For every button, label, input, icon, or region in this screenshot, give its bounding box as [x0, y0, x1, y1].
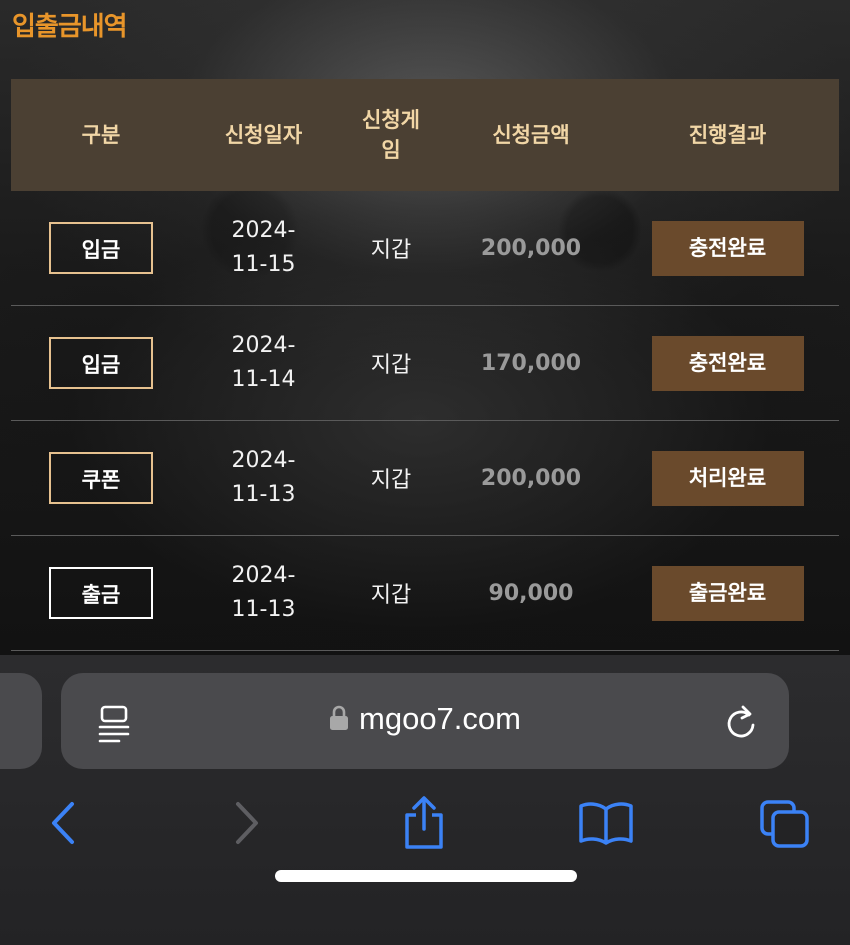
amount-cell: 90,000 [488, 580, 574, 606]
request-date: 2024- 11-13 [191, 444, 336, 512]
amount-cell: 200,000 [480, 465, 582, 491]
amount-cell: 200,000 [480, 235, 582, 261]
header-game-line2: 임 [381, 138, 401, 162]
date-line1: 2024- [231, 218, 296, 243]
date-line1: 2024- [231, 333, 296, 358]
amount-cell: 170,000 [480, 350, 582, 376]
header-type: 구분 [81, 122, 121, 147]
url-text: mgoo7.com [359, 701, 521, 736]
type-badge: 쿠폰 [49, 452, 153, 504]
table-row: 쿠폰 2024- 11-13 지갑 200,000 처리완료 [11, 421, 839, 536]
date-line1: 2024- [231, 563, 296, 588]
request-date: 2024- 11-14 [191, 329, 336, 397]
table-row: 입금 2024- 11-15 지갑 200,000 충전완료 [11, 191, 839, 306]
status-button[interactable]: 처리완료 [651, 450, 804, 506]
table-row: 입금 2024- 11-14 지갑 170,000 충전완료 [11, 306, 839, 421]
table-header: 구분 신청일자 신청게 임 신청금액 진행결과 [11, 79, 839, 191]
game-cell: 지갑 [370, 583, 412, 608]
date-line2: 11-13 [231, 482, 296, 507]
game-cell: 지갑 [370, 238, 412, 263]
header-game-line1: 신청게 [362, 107, 420, 132]
previous-tab-preview[interactable] [0, 673, 42, 769]
back-icon[interactable] [48, 798, 78, 852]
tabs-icon[interactable] [759, 799, 811, 853]
game-cell: 지갑 [370, 468, 412, 493]
header-status: 진행결과 [688, 122, 767, 147]
page-title: 입출금내역 [12, 12, 128, 42]
reload-icon[interactable] [723, 703, 759, 745]
home-indicator[interactable] [275, 870, 577, 882]
status-button[interactable]: 충전완료 [651, 335, 804, 391]
forward-icon[interactable] [232, 798, 262, 852]
date-line1: 2024- [231, 448, 296, 473]
header-game: 신청게 임 [336, 105, 446, 166]
date-line2: 11-13 [231, 597, 296, 622]
type-badge: 입금 [49, 222, 153, 274]
request-date: 2024- 11-13 [191, 559, 336, 627]
type-badge: 입금 [49, 337, 153, 389]
status-button[interactable]: 충전완료 [651, 220, 804, 276]
lock-icon [329, 703, 349, 739]
share-icon[interactable] [401, 795, 447, 855]
header-amount: 신청금액 [492, 122, 570, 147]
table-row: 출금 2024- 11-13 지갑 90,000 출금완료 [11, 536, 839, 651]
status-button[interactable]: 출금완료 [651, 565, 804, 621]
transaction-table: 구분 신청일자 신청게 임 신청금액 진행결과 입금 2024- 11-15 지갑… [11, 79, 839, 651]
date-line2: 11-14 [231, 367, 296, 392]
header-date: 신청일자 [224, 122, 303, 147]
address-bar[interactable]: mgoo7.com [61, 673, 789, 769]
bookmarks-icon[interactable] [578, 801, 634, 849]
type-badge: 출금 [49, 567, 153, 619]
date-line2: 11-15 [231, 252, 296, 277]
safari-toolbar: mgoo7.com [0, 655, 850, 945]
game-cell: 지갑 [370, 353, 412, 378]
page-content: 입출금내역 구분 신청일자 신청게 임 신청금액 진행결과 입금 2024- 11… [0, 0, 850, 655]
request-date: 2024- 11-15 [191, 214, 336, 282]
